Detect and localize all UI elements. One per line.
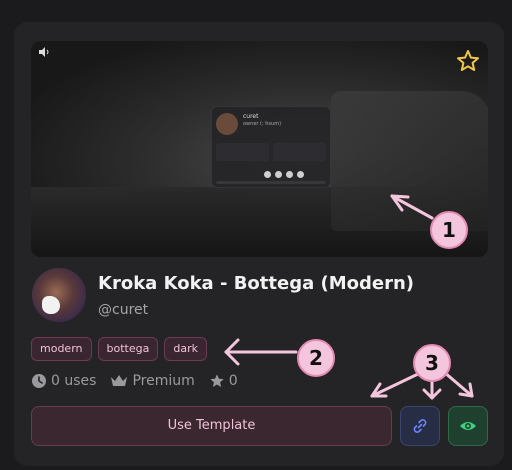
copy-link-button[interactable] [400, 406, 440, 446]
crown-icon [111, 375, 128, 386]
eye-icon [460, 422, 476, 430]
preview-card-name: curet [243, 113, 259, 120]
preview-view-button[interactable] [448, 406, 488, 446]
preview-social-icons [264, 171, 320, 179]
preview-activity-box [273, 143, 326, 161]
annotation-badge-1: 1 [430, 211, 468, 249]
stars-count: 0 [228, 373, 238, 389]
preview-footer [216, 181, 326, 184]
avatar-image-detail [42, 296, 60, 314]
preview-background-object [331, 91, 488, 231]
preview-social-icon [264, 171, 271, 178]
template-preview[interactable]: curet owner (: hsum) [31, 41, 488, 257]
uses-stat: 0 uses [31, 373, 96, 389]
preview-avatar [216, 113, 238, 135]
tier-stat: Premium [110, 373, 195, 389]
clock-icon [32, 374, 46, 388]
tag-modern[interactable]: modern [31, 337, 92, 361]
author-handle[interactable]: @curet [98, 302, 148, 318]
preview-activity-row [216, 143, 326, 161]
preview-social-icon [286, 171, 293, 178]
stars-stat: 0 [209, 373, 238, 389]
annotation-badge-2: 2 [297, 339, 335, 377]
tag-list: modern bottega dark [31, 337, 207, 361]
volume-icon[interactable] [39, 47, 51, 57]
preview-profile-card: curet owner (: hsum) [211, 106, 331, 188]
author-avatar[interactable] [32, 268, 86, 322]
preview-social-icon [297, 171, 304, 178]
preview-social-icon [275, 171, 282, 178]
use-template-button[interactable]: Use Template [31, 406, 392, 446]
template-stats: 0 uses Premium 0 [31, 373, 238, 389]
preview-activity-box [216, 143, 269, 161]
tag-dark[interactable]: dark [164, 337, 207, 361]
star-icon [210, 374, 224, 387]
link-icon [413, 419, 427, 433]
uses-count: 0 uses [51, 373, 97, 389]
favorite-star-icon[interactable] [456, 49, 480, 73]
tier-label: Premium [132, 373, 195, 389]
annotation-badge-3: 3 [413, 344, 451, 382]
preview-card-subtitle: owner (: hsum) [243, 121, 282, 127]
template-title: Kroka Koka - Bottega (Modern) [98, 273, 415, 294]
tag-bottega[interactable]: bottega [97, 337, 159, 361]
